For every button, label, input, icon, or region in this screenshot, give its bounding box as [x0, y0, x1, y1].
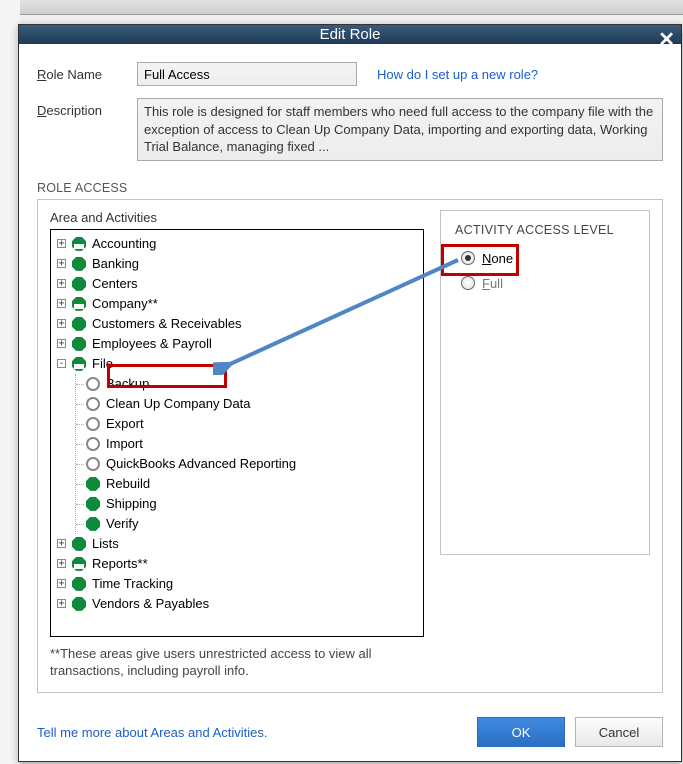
empty-access-icon — [86, 397, 100, 411]
expand-icon[interactable]: + — [57, 259, 66, 268]
dialog-content: Role Name How do I set up a new role? De… — [19, 44, 681, 761]
tree-item-label: Backup — [106, 376, 149, 391]
partial-access-icon — [72, 297, 86, 311]
dialog-title: Edit Role — [320, 26, 381, 43]
expand-icon[interactable]: + — [57, 279, 66, 288]
tree-item-label: Vendors & Payables — [92, 596, 209, 611]
tree-item[interactable]: Verify — [86, 514, 417, 534]
tree-item[interactable]: Shipping — [86, 494, 417, 514]
tree-item[interactable]: Import — [86, 434, 417, 454]
activity-access-panel: ACTIVITY ACCESS LEVEL None Full — [440, 210, 650, 555]
tree-item-label: Clean Up Company Data — [106, 396, 251, 411]
tree-item[interactable]: Export — [86, 414, 417, 434]
tree-item-label: Verify — [106, 516, 139, 531]
background-left — [0, 0, 20, 764]
expand-icon[interactable]: + — [57, 339, 66, 348]
description-row: Description This role is designed for st… — [37, 98, 663, 161]
tree-item-label: Shipping — [106, 496, 157, 511]
tree-item[interactable]: + Vendors & Payables — [57, 594, 417, 614]
expand-icon[interactable]: + — [57, 579, 66, 588]
tree-item[interactable]: + Accounting — [57, 234, 417, 254]
area-activities-label: Area and Activities — [50, 210, 424, 225]
tree-item-label: Import — [106, 436, 143, 451]
ok-button[interactable]: OK — [477, 717, 565, 747]
dialog-titlebar: Edit Role ✕ — [19, 25, 681, 44]
tree-item-label: Lists — [92, 536, 119, 551]
area-activities-tree[interactable]: + Accounting + Banking + Centers + Company** + Cu… — [50, 229, 424, 637]
expand-icon[interactable]: + — [57, 239, 66, 248]
tree-item[interactable]: + Centers — [57, 274, 417, 294]
tree-item[interactable]: Clean Up Company Data — [86, 394, 417, 414]
help-link[interactable]: How do I set up a new role? — [377, 62, 538, 82]
role-access-label: ROLE ACCESS — [37, 181, 663, 195]
expand-icon[interactable]: + — [57, 599, 66, 608]
collapse-icon[interactable]: - — [57, 359, 66, 368]
background-toolbar — [0, 0, 683, 15]
full-access-icon — [72, 337, 86, 351]
tree-item-label: QuickBooks Advanced Reporting — [106, 456, 296, 471]
radio-icon — [461, 251, 475, 265]
full-access-icon — [72, 537, 86, 551]
role-access-panel: Area and Activities +Accounting+Banking+… — [37, 199, 663, 693]
tree-item-label: Export — [106, 416, 144, 431]
full-access-icon — [72, 577, 86, 591]
radio-icon — [461, 276, 475, 290]
empty-access-icon — [86, 377, 100, 391]
partial-access-icon — [72, 237, 86, 251]
edit-role-dialog: Edit Role ✕ Role Name How do I set up a … — [18, 24, 682, 762]
tree-item[interactable]: + Lists — [57, 534, 417, 554]
partial-access-icon — [72, 557, 86, 571]
tree-item-label: Customers & Receivables — [92, 316, 242, 331]
tree-children: Backup Clean Up Company Data Export Import Q… — [75, 374, 417, 534]
expand-icon[interactable]: + — [57, 319, 66, 328]
role-name-label: Role Name — [37, 62, 137, 82]
more-info-link[interactable]: Tell me more about Areas and Activities. — [37, 725, 268, 740]
expand-icon[interactable]: + — [57, 559, 66, 568]
tree-item[interactable]: Backup — [86, 374, 417, 394]
full-access-icon — [72, 277, 86, 291]
tree-item-label: File — [92, 356, 113, 371]
area-activities-column: Area and Activities +Accounting+Banking+… — [50, 210, 424, 680]
tree-item[interactable]: + Customers & Receivables — [57, 314, 417, 334]
role-name-row: Role Name How do I set up a new role? — [37, 62, 663, 86]
tree-item[interactable]: + Banking — [57, 254, 417, 274]
expand-icon[interactable]: + — [57, 299, 66, 308]
full-access-icon — [72, 257, 86, 271]
tree-item[interactable]: + Employees & Payroll — [57, 334, 417, 354]
tree-item-label: Reports** — [92, 556, 148, 571]
empty-access-icon — [86, 437, 100, 451]
access-note: **These areas give users unrestricted ac… — [50, 645, 424, 680]
tree-item-label: Banking — [92, 256, 139, 271]
tree-item-label: Accounting — [92, 236, 156, 251]
empty-access-icon — [86, 417, 100, 431]
tree-item-label: Rebuild — [106, 476, 150, 491]
empty-access-icon — [86, 457, 100, 471]
tree-item-label: Time Tracking — [92, 576, 173, 591]
tree-item-label: Centers — [92, 276, 138, 291]
full-access-icon — [72, 317, 86, 331]
full-access-icon — [86, 517, 100, 531]
partial-access-icon — [72, 357, 86, 371]
full-access-icon — [86, 497, 100, 511]
tree-item[interactable]: + Company** — [57, 294, 417, 314]
radio-full[interactable]: Full — [455, 276, 635, 291]
activity-access-column: ACTIVITY ACCESS LEVEL None Full — [440, 210, 650, 680]
tree-item[interactable]: + Reports** — [57, 554, 417, 574]
full-access-icon — [86, 477, 100, 491]
tree-item-label: Company** — [92, 296, 158, 311]
tree-item[interactable]: QuickBooks Advanced Reporting — [86, 454, 417, 474]
dialog-buttons: Tell me more about Areas and Activities.… — [37, 717, 663, 747]
tree-item[interactable]: Rebuild — [86, 474, 417, 494]
tree-item-label: Employees & Payroll — [92, 336, 212, 351]
activity-access-title: ACTIVITY ACCESS LEVEL — [455, 223, 635, 237]
tree-item[interactable]: + Time Tracking — [57, 574, 417, 594]
expand-icon[interactable]: + — [57, 539, 66, 548]
full-access-icon — [72, 597, 86, 611]
description-textarea[interactable]: This role is designed for staff members … — [137, 98, 663, 161]
tree-item[interactable]: - File — [57, 354, 417, 374]
role-name-input[interactable] — [137, 62, 357, 86]
cancel-button[interactable]: Cancel — [575, 717, 663, 747]
radio-none[interactable]: None — [455, 251, 635, 266]
description-label: Description — [37, 98, 137, 118]
